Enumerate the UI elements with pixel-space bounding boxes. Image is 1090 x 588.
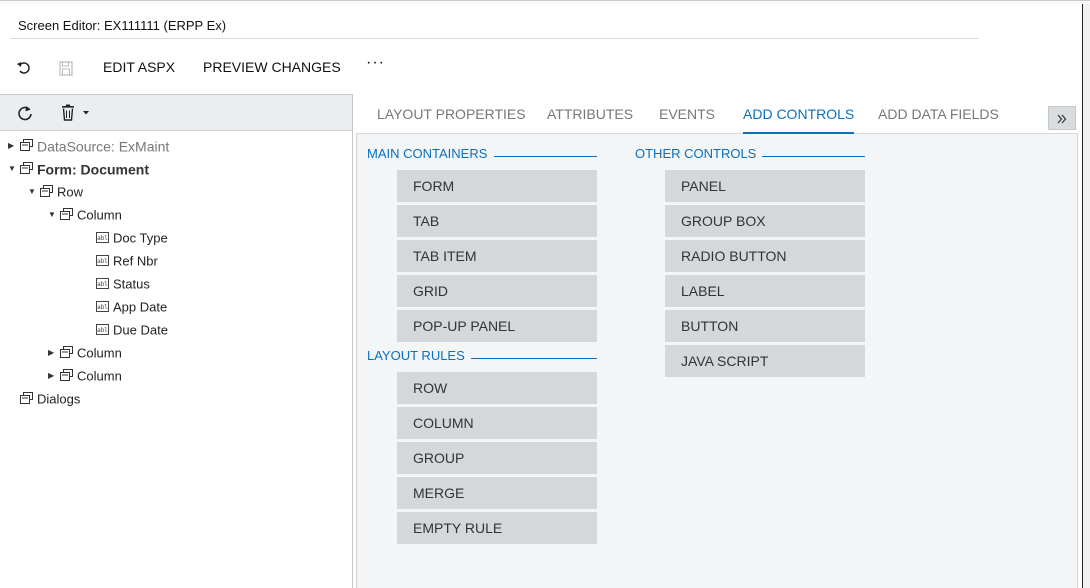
collapse-arrow-icon[interactable]: ▼ — [28, 182, 38, 202]
tree-node-label: App Date — [113, 299, 168, 315]
add-rule-merge-button[interactable]: MERGE — [397, 477, 597, 509]
add-control-tab-item-button[interactable]: TAB ITEM — [397, 240, 597, 272]
title-divider — [10, 38, 979, 39]
collapse-arrow-icon[interactable]: ▼ — [48, 205, 58, 225]
svg-text:abl: abl — [97, 327, 108, 334]
tree-node-label: Row — [57, 184, 84, 200]
trash-icon — [62, 104, 89, 121]
undo-icon — [17, 62, 30, 74]
add-rule-empty-rule-button[interactable]: EMPTY RULE — [397, 512, 597, 544]
svg-text:abl: abl — [97, 281, 108, 288]
tree-node-label: Form: Document — [37, 161, 149, 178]
add-control-label-button[interactable]: LABEL — [665, 275, 865, 307]
page-title: Screen Editor: EX111111 (ERPP Ex) — [18, 18, 227, 33]
add-rule-row-button[interactable]: ROW — [397, 372, 597, 404]
tree-node-label: DataSource: ExMaint — [37, 138, 170, 155]
double-chevron-right-icon — [1057, 114, 1067, 124]
expand-arrow-icon[interactable]: ▶ — [48, 366, 58, 386]
tree-node[interactable]: ▼ Form: Document — [8, 158, 149, 178]
tree-node[interactable]: ▶ Column — [48, 342, 122, 362]
tree-node[interactable]: ▼ Column — [48, 204, 122, 224]
tree-panel: ▶ DataSource: ExMaint ▼ Form: Document ▼ Row ▼… — [0, 94, 353, 588]
add-control-form-button[interactable]: FORM — [397, 170, 597, 202]
tree-node[interactable]: abl App Date — [84, 296, 167, 316]
add-control-radio-button-button[interactable]: RADIO BUTTON — [665, 240, 865, 272]
field-icon: abl — [96, 251, 109, 271]
section-title-layout-rules: LAYOUT RULES — [367, 348, 465, 363]
svg-text:abl: abl — [97, 304, 108, 311]
tree-node[interactable]: ▶ DataSource: ExMaint — [8, 135, 169, 155]
window-top-border — [0, 0, 1090, 4]
tree-node[interactable]: ▶ Column — [48, 365, 122, 385]
save-button[interactable] — [56, 52, 76, 82]
preview-changes-button[interactable]: PREVIEW CHANGES — [203, 52, 341, 82]
section-title-main-containers: MAIN CONTAINERS — [367, 146, 488, 161]
tree-node[interactable]: abl Status — [84, 273, 150, 293]
tab-add-controls[interactable]: ADD CONTROLS — [743, 94, 855, 134]
tab-bar: LAYOUT PROPERTIES ATTRIBUTES EVENTS ADD … — [356, 94, 1078, 134]
undo-button[interactable] — [14, 52, 34, 82]
tab-events[interactable]: EVENTS — [659, 94, 715, 134]
tree-node[interactable]: abl Due Date — [84, 319, 168, 339]
add-control-panel-button[interactable]: PANEL — [665, 170, 865, 202]
tree-node-label: Status — [113, 276, 150, 292]
add-control-java-script-button[interactable]: JAVA SCRIPT — [665, 345, 865, 377]
container-icon — [40, 182, 53, 202]
edit-aspx-button[interactable]: EDIT ASPX — [103, 52, 175, 82]
save-icon — [59, 61, 73, 76]
add-rule-group-button[interactable]: GROUP — [397, 442, 597, 474]
field-icon: abl — [96, 297, 109, 317]
delete-button[interactable] — [60, 104, 92, 122]
section-title-other-controls: OTHER CONTROLS — [635, 146, 757, 161]
add-control-grid-button[interactable]: GRID — [397, 275, 597, 307]
tree-node-label: Ref Nbr — [113, 253, 158, 269]
tree-node[interactable]: ▼ Row — [28, 181, 83, 201]
tree-node[interactable]: Dialogs — [8, 388, 80, 408]
tree-toolbar — [0, 95, 352, 131]
field-icon: abl — [96, 228, 109, 248]
add-rule-column-button[interactable]: COLUMN — [397, 407, 597, 439]
field-icon: abl — [96, 320, 109, 340]
section-line-layout-rules — [471, 358, 597, 359]
tree-node[interactable]: abl Ref Nbr — [84, 250, 158, 270]
tree-node-label: Column — [77, 207, 122, 223]
tab-add-data-fields[interactable]: ADD DATA FIELDS — [878, 94, 999, 134]
more-actions-button[interactable]: ··· — [366, 48, 385, 78]
tab-layout-properties[interactable]: LAYOUT PROPERTIES — [377, 94, 526, 134]
window-scrollbar[interactable] — [1082, 4, 1090, 588]
tree-node-label: Column — [77, 368, 122, 384]
svg-text:abl: abl — [97, 258, 108, 265]
tree-node-label: Doc Type — [113, 230, 168, 246]
add-control-pop-up-panel-button[interactable]: POP-UP PANEL — [397, 310, 597, 342]
add-control-tab-button[interactable]: TAB — [397, 205, 597, 237]
container-icon — [60, 343, 73, 363]
add-control-group-box-button[interactable]: GROUP BOX — [665, 205, 865, 237]
container-icon — [60, 366, 73, 386]
field-icon: abl — [96, 274, 109, 294]
tree-node-label: Column — [77, 345, 122, 361]
refresh-button[interactable] — [16, 104, 34, 122]
tree-node-label: Due Date — [113, 322, 168, 338]
container-icon — [60, 205, 73, 225]
tab-attributes[interactable]: ATTRIBUTES — [547, 94, 633, 134]
tree-node-label: Dialogs — [37, 391, 81, 407]
container-icon — [20, 136, 33, 156]
refresh-icon — [18, 106, 32, 121]
collapse-arrow-icon[interactable]: ▼ — [8, 159, 18, 179]
properties-panel: LAYOUT PROPERTIES ATTRIBUTES EVENTS ADD … — [356, 94, 1078, 588]
svg-text:abl: abl — [97, 235, 108, 242]
tab-scroll-button[interactable] — [1048, 106, 1076, 130]
section-line-other-controls — [762, 156, 865, 157]
main-toolbar: EDIT ASPX PREVIEW CHANGES ··· — [0, 52, 500, 82]
expand-arrow-icon[interactable]: ▶ — [48, 343, 58, 363]
add-controls-content: MAIN CONTAINERS LAYOUT RULES OTHER CONTR… — [356, 134, 1078, 588]
expand-arrow-icon[interactable]: ▶ — [8, 136, 18, 156]
add-control-button-button[interactable]: BUTTON — [665, 310, 865, 342]
tree-node[interactable]: abl Doc Type — [84, 227, 168, 247]
container-icon — [20, 159, 33, 179]
container-icon — [20, 389, 33, 409]
section-line-main-containers — [494, 156, 597, 157]
